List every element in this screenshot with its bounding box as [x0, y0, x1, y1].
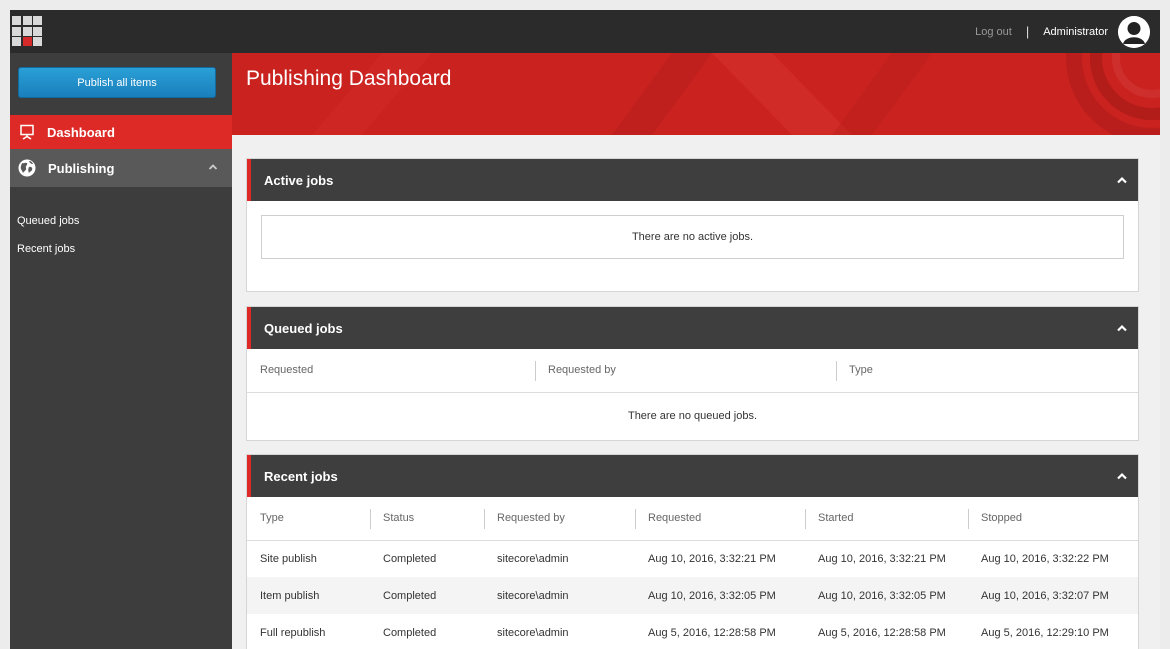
- header-banner: Publishing Dashboard: [232, 53, 1160, 135]
- sidebar: Publish all items Dashboard Publishing Q…: [10, 53, 232, 649]
- column-header[interactable]: Stopped: [968, 497, 1138, 541]
- column-header[interactable]: Requested by: [535, 349, 836, 393]
- panel-title: Active jobs: [264, 172, 334, 188]
- chevron-up-icon[interactable]: [208, 162, 218, 172]
- recent-jobs-header[interactable]: Recent jobs: [247, 455, 1138, 497]
- chevron-up-icon[interactable]: [1116, 323, 1128, 333]
- empty-message: There are no active jobs.: [261, 215, 1124, 259]
- sidebar-item-recent-jobs[interactable]: Recent jobs: [17, 243, 75, 255]
- table-row[interactable]: Site publish Completed sitecore\admin Au…: [247, 540, 1138, 577]
- panel-title: Queued jobs: [264, 320, 343, 336]
- column-header[interactable]: Type: [247, 497, 370, 541]
- cell-type: Full republish: [260, 626, 326, 639]
- chevron-up-icon[interactable]: [1116, 471, 1128, 481]
- avatar-icon[interactable]: [1118, 15, 1150, 48]
- sidebar-item-queued-jobs[interactable]: Queued jobs: [17, 215, 79, 227]
- separator: |: [1025, 24, 1030, 39]
- empty-message: There are no queued jobs.: [627, 409, 758, 422]
- top-bar: Log out | Administrator: [10, 10, 1160, 53]
- recent-jobs-table: Type Status Requested by Requested Start…: [247, 497, 1138, 649]
- cell-stopped: Aug 5, 2016, 12:29:10 PM: [981, 626, 1109, 639]
- chevron-up-icon[interactable]: [1116, 175, 1128, 185]
- publish-all-button[interactable]: Publish all items: [18, 67, 216, 98]
- column-header[interactable]: Requested: [635, 497, 805, 541]
- cell-requested-by: sitecore\admin: [484, 577, 635, 614]
- dashboard-icon: [20, 124, 34, 140]
- column-header[interactable]: Status: [370, 497, 484, 541]
- column-header[interactable]: Requested by: [484, 497, 635, 541]
- column-header[interactable]: Requested: [247, 349, 535, 393]
- cell-status: Completed: [383, 626, 437, 639]
- column-header[interactable]: Type: [836, 349, 1138, 393]
- cell-started: Aug 10, 2016, 3:32:05 PM: [805, 577, 968, 614]
- cell-started: Aug 10, 2016, 3:32:21 PM: [818, 552, 946, 565]
- panel-title: Recent jobs: [264, 468, 338, 484]
- active-jobs-panel: Active jobs There are no active jobs.: [246, 158, 1139, 292]
- globe-icon: [18, 159, 36, 177]
- cell-requested-by: sitecore\admin: [497, 626, 569, 639]
- queued-jobs-header[interactable]: Queued jobs: [247, 307, 1138, 349]
- queued-jobs-table: Requested Requested by Type: [247, 349, 1138, 393]
- cell-requested: Aug 10, 2016, 3:32:21 PM: [648, 552, 776, 565]
- recent-jobs-panel: Recent jobs Type Status Requested by Req…: [246, 454, 1139, 649]
- user-name[interactable]: Administrator: [1043, 26, 1108, 38]
- sidebar-item-dashboard[interactable]: Dashboard: [10, 115, 232, 149]
- cell-requested-by: sitecore\admin: [497, 552, 569, 565]
- cell-stopped: Aug 10, 2016, 3:32:22 PM: [981, 552, 1109, 565]
- logout-link[interactable]: Log out: [975, 26, 1012, 38]
- cell-started: Aug 5, 2016, 12:28:58 PM: [818, 626, 946, 639]
- table-row[interactable]: Item publish Completed sitecore\admin Au…: [247, 577, 1138, 614]
- cell-type: Item publish: [247, 577, 370, 614]
- app-grid-icon[interactable]: [12, 16, 42, 46]
- active-jobs-header[interactable]: Active jobs: [247, 159, 1138, 201]
- cell-status: Completed: [383, 552, 437, 565]
- user-area: Log out | Administrator: [975, 10, 1150, 53]
- sidebar-item-label: Dashboard: [47, 124, 115, 140]
- app-frame: Log out | Administrator Publish all item…: [10, 10, 1160, 649]
- cell-stopped: Aug 10, 2016, 3:32:07 PM: [968, 577, 1138, 614]
- sidebar-item-label: Publishing: [48, 160, 115, 176]
- cell-type: Site publish: [260, 552, 317, 565]
- column-header[interactable]: Started: [805, 497, 968, 541]
- table-row[interactable]: Full republish Completed sitecore\admin …: [247, 614, 1138, 649]
- cell-requested: Aug 10, 2016, 3:32:05 PM: [635, 577, 805, 614]
- cell-requested: Aug 5, 2016, 12:28:58 PM: [648, 626, 776, 639]
- sidebar-item-publishing[interactable]: Publishing: [10, 149, 232, 187]
- page-title: Publishing Dashboard: [246, 67, 452, 90]
- cell-status: Completed: [370, 577, 484, 614]
- queued-jobs-panel: Queued jobs Requested Requested by Type …: [246, 306, 1139, 441]
- main-content: Publishing Dashboard Active jobs There a…: [232, 53, 1160, 649]
